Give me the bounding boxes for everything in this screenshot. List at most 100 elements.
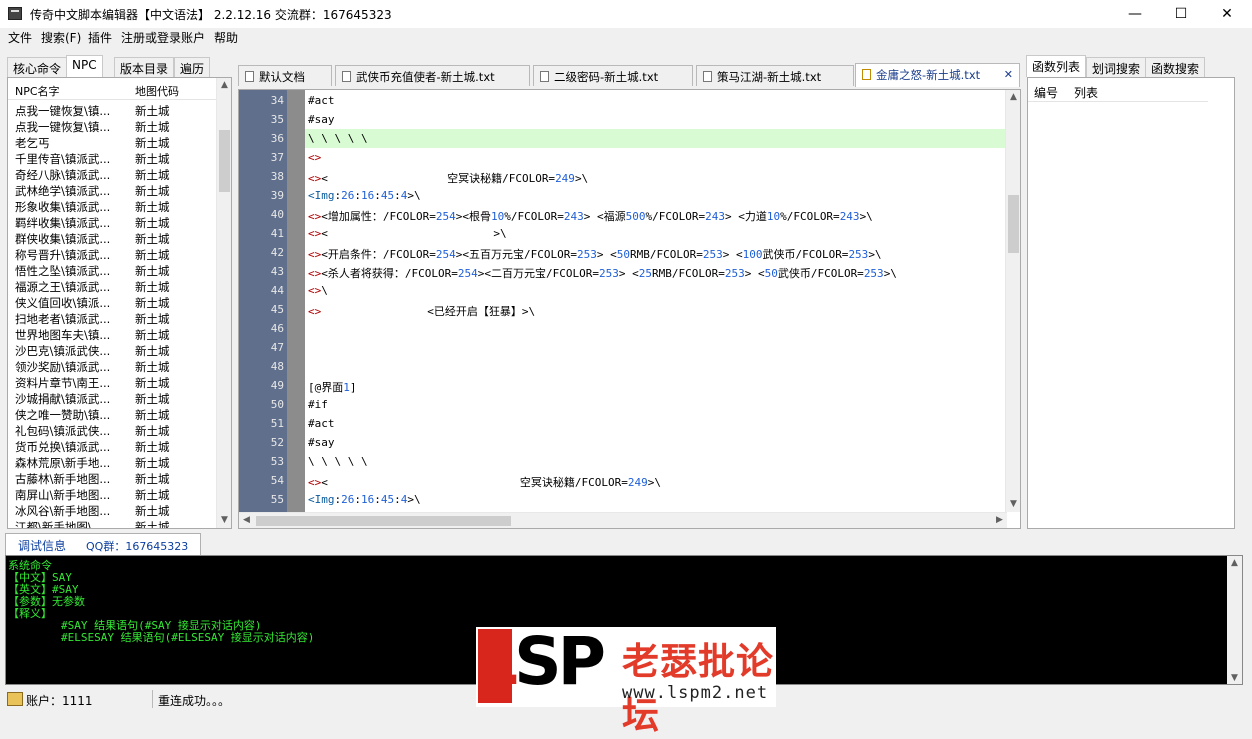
scroll-up-icon[interactable]: ▲ — [217, 78, 231, 93]
editor-tab-default[interactable]: 默认文档 — [238, 65, 332, 86]
code-text: [@界面1] — [308, 381, 357, 394]
scroll-up-icon[interactable]: ▲ — [1227, 556, 1242, 571]
npc-list-item[interactable]: 福源之王\镇派武... 新土城 — [8, 278, 218, 294]
npc-list-item[interactable]: 武林绝学\镇派武... 新土城 — [8, 182, 218, 198]
code-line[interactable]: 55 <Img:26:16:45:4>\ — [239, 490, 1009, 509]
menu-register-login[interactable]: 注册或登录账户 — [121, 29, 205, 46]
code-line[interactable]: 46 — [239, 319, 1009, 338]
code-line[interactable]: 49 [@界面1] — [239, 376, 1009, 395]
editor-tab-jinyong[interactable]: 金庸之怒-新土城.txt ✕ — [855, 63, 1020, 87]
code-text: <>< 空冥诀秘籍/FCOLOR=249>\ — [308, 172, 589, 185]
scroll-thumb[interactable] — [1008, 195, 1019, 253]
npc-list-item[interactable]: 称号晋升\镇派武... 新土城 — [8, 246, 218, 262]
menu-plugins[interactable]: 插件 — [88, 29, 112, 46]
npc-list-item[interactable]: 江都\新手地图\... 新土城 — [8, 518, 218, 528]
code-line[interactable]: 43 <><杀人者将获得：/FCOLOR=254><二百万元宝/FCOLOR=25… — [239, 262, 1009, 281]
npc-list-item[interactable]: 货币兑换\镇派武... 新土城 — [8, 438, 218, 454]
npc-list-item[interactable]: 沙巴克\镇派武侠... 新土城 — [8, 342, 218, 358]
npc-list-item[interactable]: 资料片章节\南王... 新土城 — [8, 374, 218, 390]
tab-version-directory[interactable]: 版本目录 — [114, 57, 175, 77]
scroll-thumb[interactable] — [256, 516, 511, 526]
code-line[interactable]: 41 <>< >\ — [239, 224, 1009, 243]
npc-list-scrollbar[interactable]: ▲ ▼ — [216, 78, 231, 528]
npc-list-item[interactable]: 冰风谷\新手地图... 新土城 — [8, 502, 218, 518]
npc-list-item[interactable]: 羁绊收集\镇派武... 新土城 — [8, 214, 218, 230]
editor-tab-cema-jianghu[interactable]: 策马江湖-新土城.txt — [696, 65, 854, 86]
code-line[interactable]: 38 <>< 空冥诀秘籍/FCOLOR=249>\ — [239, 167, 1009, 186]
npc-list-item[interactable]: 群侠收集\镇派武... 新土城 — [8, 230, 218, 246]
npc-list-item[interactable]: 扫地老者\镇派武... 新土城 — [8, 310, 218, 326]
code-line[interactable]: 36 \ \ \ \ \ — [239, 129, 1009, 148]
code-line[interactable]: 48 — [239, 357, 1009, 376]
code-line[interactable]: 51 #act — [239, 414, 1009, 433]
tab-traverse[interactable]: 遍历 — [174, 57, 211, 77]
code-line[interactable]: 39 <Img:26:16:45:4>\ — [239, 186, 1009, 205]
tab-word-search[interactable]: 划词搜索 — [1086, 57, 1147, 77]
maximize-button[interactable]: ☐ — [1158, 0, 1204, 28]
npc-list-item[interactable]: 千里传音\镇派武... 新土城 — [8, 150, 218, 166]
editor-tab-label: 二级密码-新土城.txt — [554, 70, 659, 84]
code-line[interactable]: 47 — [239, 338, 1009, 357]
npc-list-item[interactable]: 南屏山\新手地图... 新土城 — [8, 486, 218, 502]
npc-list-item[interactable]: 点我一键恢复\镇... 新土城 — [8, 118, 218, 134]
code-line[interactable]: 53 \ \ \ \ \ — [239, 452, 1009, 471]
npc-list-item[interactable]: 领沙奖励\镇派武... 新土城 — [8, 358, 218, 374]
npc-list-item[interactable]: 点我一键恢复\镇... 新土城 — [8, 102, 218, 118]
code-text: <><开启条件：/FCOLOR=254><五百万元宝/FCOLOR=253> <… — [308, 248, 882, 261]
npc-list-item[interactable]: 形象收集\镇派武... 新土城 — [8, 198, 218, 214]
scroll-right-icon[interactable]: ▶ — [992, 513, 1007, 528]
npc-list-item[interactable]: 沙城捐献\镇派武... 新土城 — [8, 390, 218, 406]
menu-help[interactable]: 帮助 — [214, 29, 238, 46]
scroll-up-icon[interactable]: ▲ — [1006, 90, 1020, 105]
scroll-down-icon[interactable]: ▼ — [217, 513, 231, 528]
npc-name-cell: 南屏山\新手地图... — [15, 488, 111, 502]
console-scrollbar[interactable]: ▲ ▼ — [1227, 556, 1242, 684]
code-line[interactable]: 45 <> <已经开启【狂暴】>\ — [239, 300, 1009, 319]
npc-list-item[interactable]: 礼包码\镇派武侠... 新土城 — [8, 422, 218, 438]
editor-horizontal-scrollbar[interactable]: ◀ ▶ — [239, 512, 1007, 528]
column-header-list[interactable]: 列表 — [1074, 84, 1098, 101]
npc-list-item[interactable]: 奇经八脉\镇派武... 新土城 — [8, 166, 218, 182]
menu-file[interactable]: 文件 — [8, 29, 32, 46]
editor-vertical-scrollbar[interactable]: ▲ ▼ — [1005, 90, 1020, 512]
code-line[interactable]: 50 #if — [239, 395, 1009, 414]
scroll-left-icon[interactable]: ◀ — [239, 513, 254, 528]
code-line[interactable]: 37 <> — [239, 148, 1009, 167]
column-header-number[interactable]: 编号 — [1034, 84, 1058, 101]
npc-list-item[interactable]: 悟性之坠\镇派武... 新土城 — [8, 262, 218, 278]
column-header-npc-name[interactable]: NPC名字 — [15, 83, 60, 99]
code-line[interactable]: 44 <>\ — [239, 281, 1009, 300]
code-line[interactable]: 54 <>< 空冥诀秘籍/FCOLOR=249>\ — [239, 471, 1009, 490]
npc-name-cell: 群侠收集\镇派武... — [15, 232, 111, 246]
tab-npc[interactable]: NPC — [66, 55, 103, 77]
npc-list-item[interactable]: 古藤林\新手地图... 新土城 — [8, 470, 218, 486]
scroll-thumb[interactable] — [219, 130, 230, 192]
npc-list-item[interactable]: 世界地图车夫\镇... 新土城 — [8, 326, 218, 342]
code-line[interactable]: 34 #act — [239, 91, 1009, 110]
scroll-down-icon[interactable]: ▼ — [1006, 497, 1020, 512]
npc-list-item[interactable]: 侠之唯一赞助\镇... 新土城 — [8, 406, 218, 422]
npc-list-item[interactable]: 侠义值回收\镇派... 新土城 — [8, 294, 218, 310]
scroll-down-icon[interactable]: ▼ — [1227, 671, 1242, 684]
close-window-button[interactable]: ✕ — [1204, 0, 1250, 28]
npc-name-cell: 老乞丐 — [15, 136, 50, 150]
editor-tab-second-password[interactable]: 二级密码-新土城.txt — [533, 65, 693, 86]
column-header-map-code[interactable]: 地图代码 — [135, 83, 179, 99]
code-line[interactable]: 52 #say — [239, 433, 1009, 452]
code-editor[interactable]: 34 #act 35 #say 36 \ \ \ \ \ 37 <> 38 <>< 空冥诀秘籍/F… — [238, 89, 1021, 529]
code-line[interactable]: 35 #say — [239, 110, 1009, 129]
map-code-cell: 新土城 — [135, 280, 170, 294]
editor-tab-wuxia-recharge[interactable]: 武侠币充值使者-新土城.txt — [335, 65, 530, 86]
tab-function-search[interactable]: 函数搜索 — [1145, 57, 1206, 77]
tab-core-commands[interactable]: 核心命令 — [7, 57, 68, 77]
npc-name-cell: 礼包码\镇派武侠... — [15, 424, 111, 438]
tab-function-list[interactable]: 函数列表 — [1026, 55, 1087, 77]
menu-search[interactable]: 搜索(F) — [41, 29, 81, 46]
tab-debug-info[interactable]: 调试信息 QQ群：167645323 — [5, 533, 201, 555]
code-line[interactable]: 40 <><增加属性：/FCOLOR=254><根骨10%/FCOLOR=243>… — [239, 205, 1009, 224]
minimize-button[interactable]: — — [1112, 0, 1158, 28]
code-line[interactable]: 42 <><开启条件：/FCOLOR=254><五百万元宝/FCOLOR=253>… — [239, 243, 1009, 262]
npc-list-item[interactable]: 森林荒原\新手地... 新土城 — [8, 454, 218, 470]
close-tab-icon[interactable]: ✕ — [1004, 68, 1013, 81]
npc-list-item[interactable]: 老乞丐 新土城 — [8, 134, 218, 150]
